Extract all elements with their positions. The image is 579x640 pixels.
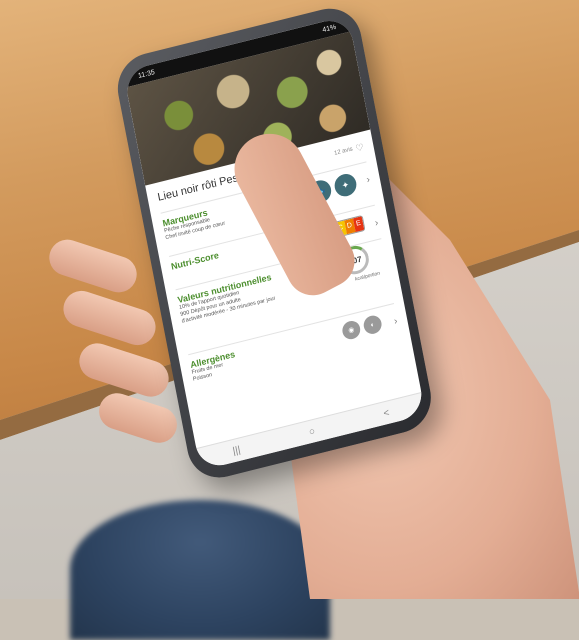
chevron-right-icon[interactable]: ›	[393, 316, 398, 328]
dish-meta: 12 avis ♡	[333, 141, 365, 159]
person-shirt	[70, 500, 330, 640]
chevron-right-icon[interactable]: ›	[366, 174, 371, 186]
status-battery: 41%	[321, 23, 337, 34]
back-button[interactable]: <	[383, 407, 391, 419]
chevron-right-icon[interactable]: ›	[374, 217, 379, 229]
heart-icon[interactable]: ♡	[355, 141, 365, 154]
home-button[interactable]: ○	[308, 425, 316, 437]
recent-apps-button[interactable]: |||	[232, 444, 242, 457]
nutriscore-grade: E	[352, 216, 365, 233]
status-time: 11:35	[137, 68, 156, 80]
review-count: 12 avis	[333, 146, 354, 157]
